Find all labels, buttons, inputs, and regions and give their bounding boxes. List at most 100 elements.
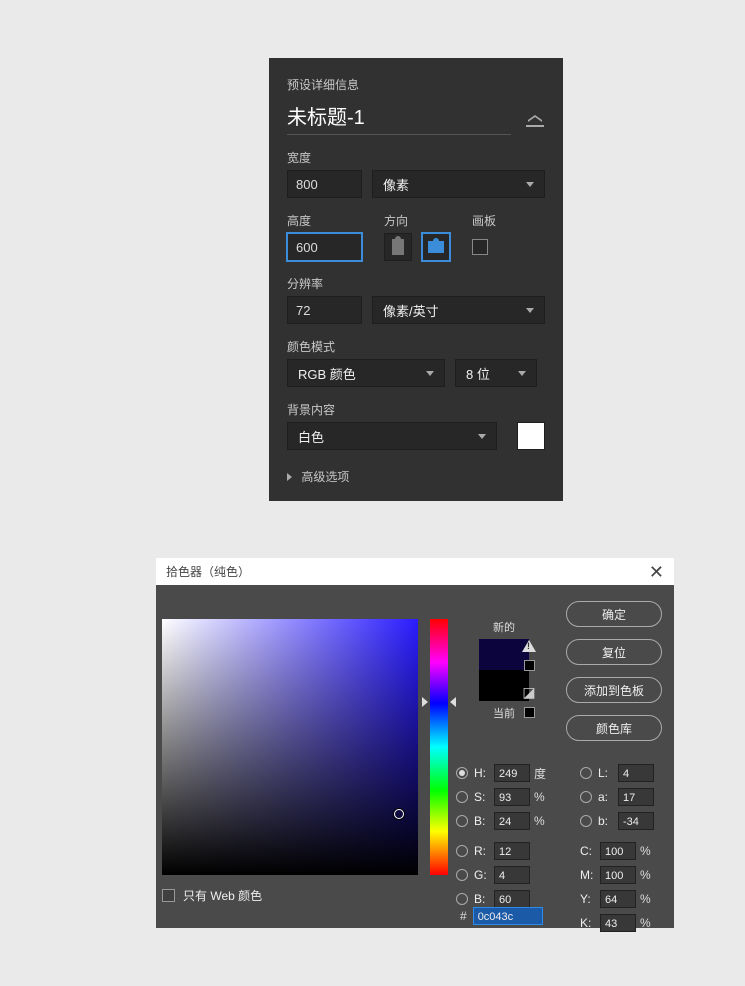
y-label: Y:	[580, 892, 600, 906]
document-title-input[interactable]: 未标题-1	[287, 101, 511, 135]
width-unit-value: 像素	[383, 175, 409, 194]
add-to-swatches-button[interactable]: 添加到色板	[566, 677, 662, 703]
r-label: R:	[474, 844, 494, 858]
close-button[interactable]: ✕	[649, 563, 664, 581]
new-color-label: 新的	[464, 619, 544, 635]
s-label: S:	[474, 790, 494, 804]
width-input[interactable]: 800	[287, 170, 362, 198]
artboard-label: 画板	[472, 212, 496, 229]
cube-icon[interactable]: ◪	[522, 685, 535, 699]
m-label: M:	[580, 868, 600, 882]
brightness-radio[interactable]	[456, 815, 468, 827]
y-input[interactable]: 64	[600, 890, 636, 908]
sv-cursor-icon	[394, 809, 404, 819]
saturation-radio[interactable]	[456, 791, 468, 803]
blue-radio[interactable]	[456, 893, 468, 905]
chevron-down-icon	[518, 371, 526, 376]
c-unit: %	[640, 844, 660, 858]
c-input[interactable]: 100	[600, 842, 636, 860]
r-input[interactable]: 12	[494, 842, 530, 860]
background-swatch[interactable]	[517, 422, 545, 450]
h-unit: 度	[534, 765, 554, 782]
a-label: a:	[598, 790, 618, 804]
resolution-unit-value: 像素/英寸	[383, 301, 439, 320]
brgb-input[interactable]: 60	[494, 890, 530, 908]
k-input[interactable]: 43	[600, 914, 636, 932]
preset-settings-panel: 预设详细信息 未标题-1 宽度 800 像素 高度 600 方向	[269, 58, 563, 501]
lab-a-radio[interactable]	[580, 791, 592, 803]
l-input[interactable]: 4	[618, 764, 654, 782]
a-input[interactable]: 17	[618, 788, 654, 806]
color-mode-label: 颜色模式	[287, 338, 545, 355]
preset-header: 预设详细信息	[287, 76, 545, 93]
disclosure-triangle-icon	[287, 473, 292, 481]
saturation-value-area[interactable]	[162, 619, 418, 875]
red-radio[interactable]	[456, 845, 468, 857]
hue-pointer-right-icon	[450, 697, 456, 707]
height-input[interactable]: 600	[287, 233, 362, 261]
bhsb-label: B:	[474, 814, 494, 828]
hue-radio[interactable]	[456, 767, 468, 779]
reset-button[interactable]: 复位	[566, 639, 662, 665]
bit-depth-dropdown[interactable]: 8 位	[455, 359, 537, 387]
web-only-checkbox[interactable]	[162, 889, 175, 902]
resolution-unit-dropdown[interactable]: 像素/英寸	[372, 296, 545, 324]
s-input[interactable]: 93	[494, 788, 530, 806]
color-picker-title: 拾色器（纯色）	[166, 563, 250, 580]
h-input[interactable]: 249	[494, 764, 530, 782]
color-mode-value: RGB 颜色	[298, 364, 356, 383]
brgb-label: B:	[474, 892, 494, 906]
bhsb-input[interactable]: 24	[494, 812, 530, 830]
hue-pointer-left-icon	[422, 697, 428, 707]
background-value: 白色	[298, 427, 324, 446]
advanced-options-toggle[interactable]: 高级选项	[287, 468, 545, 485]
lab-b-label: b:	[598, 814, 618, 828]
green-radio[interactable]	[456, 869, 468, 881]
hex-input[interactable]: 0c043c	[473, 907, 543, 925]
chevron-down-icon	[526, 308, 534, 313]
web-safe-swatch[interactable]	[524, 707, 535, 718]
ok-button[interactable]: 确定	[566, 601, 662, 627]
advanced-options-label: 高级选项	[301, 470, 349, 484]
artboard-checkbox[interactable]	[472, 239, 488, 255]
resolution-input[interactable]: 72	[287, 296, 362, 324]
hue-slider[interactable]	[430, 619, 448, 875]
orientation-portrait-button[interactable]	[384, 233, 412, 261]
resolution-label: 分辨率	[287, 275, 545, 292]
color-picker-dialog: 拾色器（纯色） ✕ 新的 当前 ◪ 确定 复位 添加到色板 颜色库	[156, 558, 674, 928]
m-input[interactable]: 100	[600, 866, 636, 884]
orientation-landscape-button[interactable]	[422, 233, 450, 261]
color-library-button[interactable]: 颜色库	[566, 715, 662, 741]
gamut-warning-icon[interactable]	[522, 640, 536, 652]
g-label: G:	[474, 868, 494, 882]
orientation-label: 方向	[384, 212, 450, 229]
landscape-icon	[428, 241, 444, 253]
k-label: K:	[580, 916, 600, 930]
hex-prefix: #	[460, 909, 467, 923]
save-preset-icon[interactable]	[525, 113, 545, 129]
m-unit: %	[640, 868, 660, 882]
k-unit: %	[640, 916, 660, 930]
width-label: 宽度	[287, 149, 545, 166]
bhsb-unit: %	[534, 814, 554, 828]
lab-b-radio[interactable]	[580, 815, 592, 827]
lab-l-radio[interactable]	[580, 767, 592, 779]
g-input[interactable]: 4	[494, 866, 530, 884]
lab-b-input[interactable]: -34	[618, 812, 654, 830]
h-label: H:	[474, 766, 494, 780]
gamut-warning-swatch[interactable]	[524, 660, 535, 671]
height-label: 高度	[287, 212, 362, 229]
chevron-down-icon	[478, 434, 486, 439]
web-only-label: 只有 Web 颜色	[183, 887, 262, 904]
y-unit: %	[640, 892, 660, 906]
portrait-icon	[392, 239, 404, 255]
bit-depth-value: 8 位	[466, 364, 490, 383]
chevron-down-icon	[526, 182, 534, 187]
l-label: L:	[598, 766, 618, 780]
color-mode-dropdown[interactable]: RGB 颜色	[287, 359, 445, 387]
width-unit-dropdown[interactable]: 像素	[372, 170, 545, 198]
background-dropdown[interactable]: 白色	[287, 422, 497, 450]
background-label: 背景内容	[287, 401, 545, 418]
c-label: C:	[580, 844, 600, 858]
s-unit: %	[534, 790, 554, 804]
